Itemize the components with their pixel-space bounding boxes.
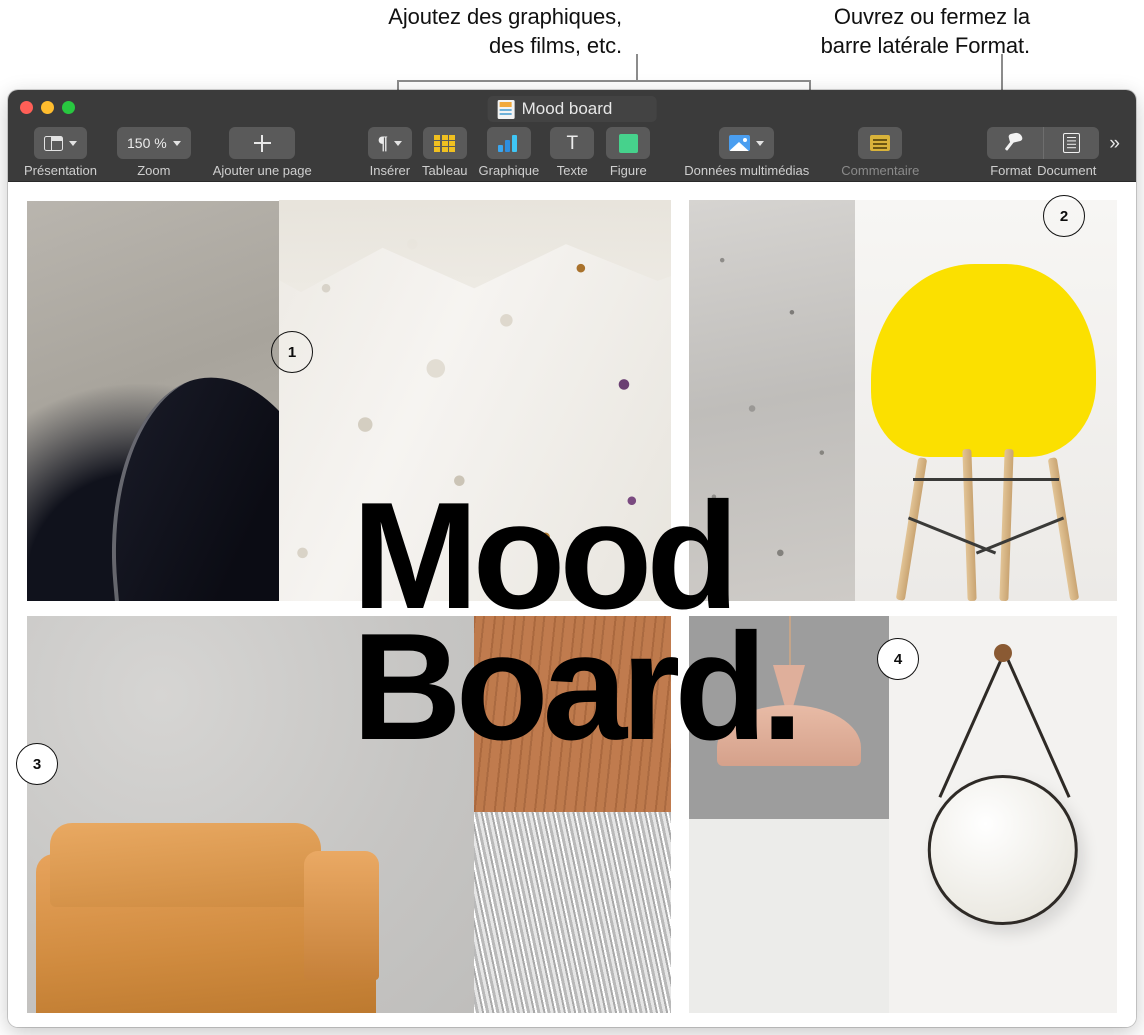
shape-icon xyxy=(618,133,638,153)
page-title[interactable]: Mood Board. xyxy=(352,480,803,763)
callout-left-leader-stem xyxy=(636,54,638,82)
toolbar-item-format-document-pair[interactable]: Format Document xyxy=(987,124,1100,178)
window-titlebar: Mood board Présentation 150 % Zoom Ajout… xyxy=(8,90,1136,182)
view-label: Présentation xyxy=(24,163,97,178)
callout-badge-2[interactable]: 2 xyxy=(1043,195,1085,237)
callout-badge-3[interactable]: 3 xyxy=(16,743,58,785)
badge-number: 4 xyxy=(893,650,903,668)
toolbar-item-comment[interactable]: Commentaire xyxy=(841,124,919,178)
layout-icon xyxy=(44,135,63,151)
yellow-chair-shell xyxy=(870,264,1097,457)
zoom-button[interactable]: 150 % xyxy=(117,127,191,159)
toolbar-item-view[interactable]: Présentation xyxy=(24,124,97,178)
chevron-double-right-icon[interactable]: » xyxy=(1109,134,1120,153)
media-button[interactable] xyxy=(719,127,775,159)
mirror-wall-peg xyxy=(994,643,1012,662)
chair-brace-2 xyxy=(975,516,1065,555)
toolbar-item-chart[interactable]: Graphique xyxy=(478,124,540,178)
toolbar-overflow[interactable]: » xyxy=(1109,124,1120,159)
add-page-button[interactable] xyxy=(229,127,296,159)
chevron-down-icon xyxy=(69,140,77,146)
media-label: Données multimédias xyxy=(684,163,810,178)
shape-button[interactable] xyxy=(606,127,651,159)
add-page-label: Ajouter une page xyxy=(212,163,312,178)
zoom-label: Zoom xyxy=(137,163,171,178)
plus-icon xyxy=(253,134,271,152)
zoom-value: 150 % xyxy=(127,135,167,151)
callout-left-leader-span xyxy=(397,80,811,82)
callout-format-sidebar-text: Ouvrez ou fermez la barre latérale Forma… xyxy=(820,4,1030,59)
traffic-light-controls[interactable] xyxy=(20,101,75,114)
text-label: Texte xyxy=(556,163,588,178)
toolbar-item-media[interactable]: Données multimédias xyxy=(684,124,809,178)
document-title[interactable]: Mood board xyxy=(487,96,657,122)
image-grey-fur-rug[interactable] xyxy=(474,812,671,1013)
badge-number: 1 xyxy=(287,343,297,361)
toolbar-item-text[interactable]: T Texte xyxy=(550,124,595,178)
toolbar-item-insert[interactable]: ¶ Insérer xyxy=(367,124,412,178)
format-label: Format xyxy=(990,163,1032,178)
format-button[interactable] xyxy=(987,127,1043,159)
format-document-segmented-control[interactable] xyxy=(987,127,1100,159)
toolbar-item-add-page[interactable]: Ajouter une page xyxy=(213,124,312,178)
pages-document-icon xyxy=(497,99,515,119)
toolbar-item-table[interactable]: Tableau xyxy=(422,124,468,178)
close-icon[interactable] xyxy=(20,101,33,114)
table-icon xyxy=(434,134,456,152)
text-t-icon: T xyxy=(566,132,579,154)
document-page[interactable]: Mood Board. 1 — Terrazzo Floors 2 — Pop … xyxy=(27,200,1117,1013)
chair-leg-2 xyxy=(962,448,977,601)
document-icon xyxy=(1063,133,1081,153)
tan-leather-sofa xyxy=(35,822,379,1013)
comment-icon xyxy=(870,135,891,151)
document-label: Document xyxy=(1037,163,1097,178)
insert-label: Insérer xyxy=(369,163,411,178)
mirror-glass xyxy=(927,774,1079,926)
main-toolbar: Présentation 150 % Zoom Ajouter une page xyxy=(8,124,1136,182)
comment-button[interactable] xyxy=(858,127,903,159)
text-button[interactable]: T xyxy=(550,127,595,159)
format-brush-icon xyxy=(1004,133,1026,153)
callout-insert-media-text: Ajoutez des graphiques, des films, etc. xyxy=(388,4,622,59)
table-label: Tableau xyxy=(422,163,468,178)
bar-chart-icon xyxy=(498,134,519,152)
chevron-down-icon xyxy=(172,140,181,146)
chevron-down-icon xyxy=(394,140,402,146)
comment-label: Commentaire xyxy=(841,163,920,178)
toolbar-item-zoom[interactable]: 150 % Zoom xyxy=(117,124,191,178)
shape-label: Figure xyxy=(609,163,647,178)
pages-app-window: Mood board Présentation 150 % Zoom Ajout… xyxy=(8,90,1136,1027)
insert-button[interactable]: ¶ xyxy=(367,127,412,159)
pilcrow-icon: ¶ xyxy=(377,132,388,154)
image-round-hanging-mirror[interactable] xyxy=(889,616,1117,1013)
callout-badge-1[interactable]: 1 xyxy=(271,331,313,373)
badge-number: 3 xyxy=(32,755,42,773)
document-title-label: Mood board xyxy=(521,99,613,118)
chart-button[interactable] xyxy=(486,127,531,159)
chevron-down-icon xyxy=(756,140,765,146)
table-button[interactable] xyxy=(422,127,467,159)
maximize-icon[interactable] xyxy=(62,101,75,114)
chair-leg-3 xyxy=(999,448,1014,601)
media-image-icon xyxy=(729,135,751,151)
badge-number: 2 xyxy=(1059,207,1069,225)
image-dark-leather-chair[interactable] xyxy=(27,201,279,601)
toolbar-item-shape[interactable]: Figure xyxy=(606,124,651,178)
chair-brace-3 xyxy=(912,477,1060,481)
image-yellow-eames-chair[interactable] xyxy=(855,200,1117,601)
document-canvas[interactable]: Mood Board. 1 — Terrazzo Floors 2 — Pop … xyxy=(8,182,1136,1027)
document-button[interactable] xyxy=(1043,127,1099,159)
view-button[interactable] xyxy=(34,127,87,159)
chart-label: Graphique xyxy=(478,163,540,178)
minimize-icon[interactable] xyxy=(41,101,54,114)
callout-badge-4[interactable]: 4 xyxy=(877,638,919,680)
